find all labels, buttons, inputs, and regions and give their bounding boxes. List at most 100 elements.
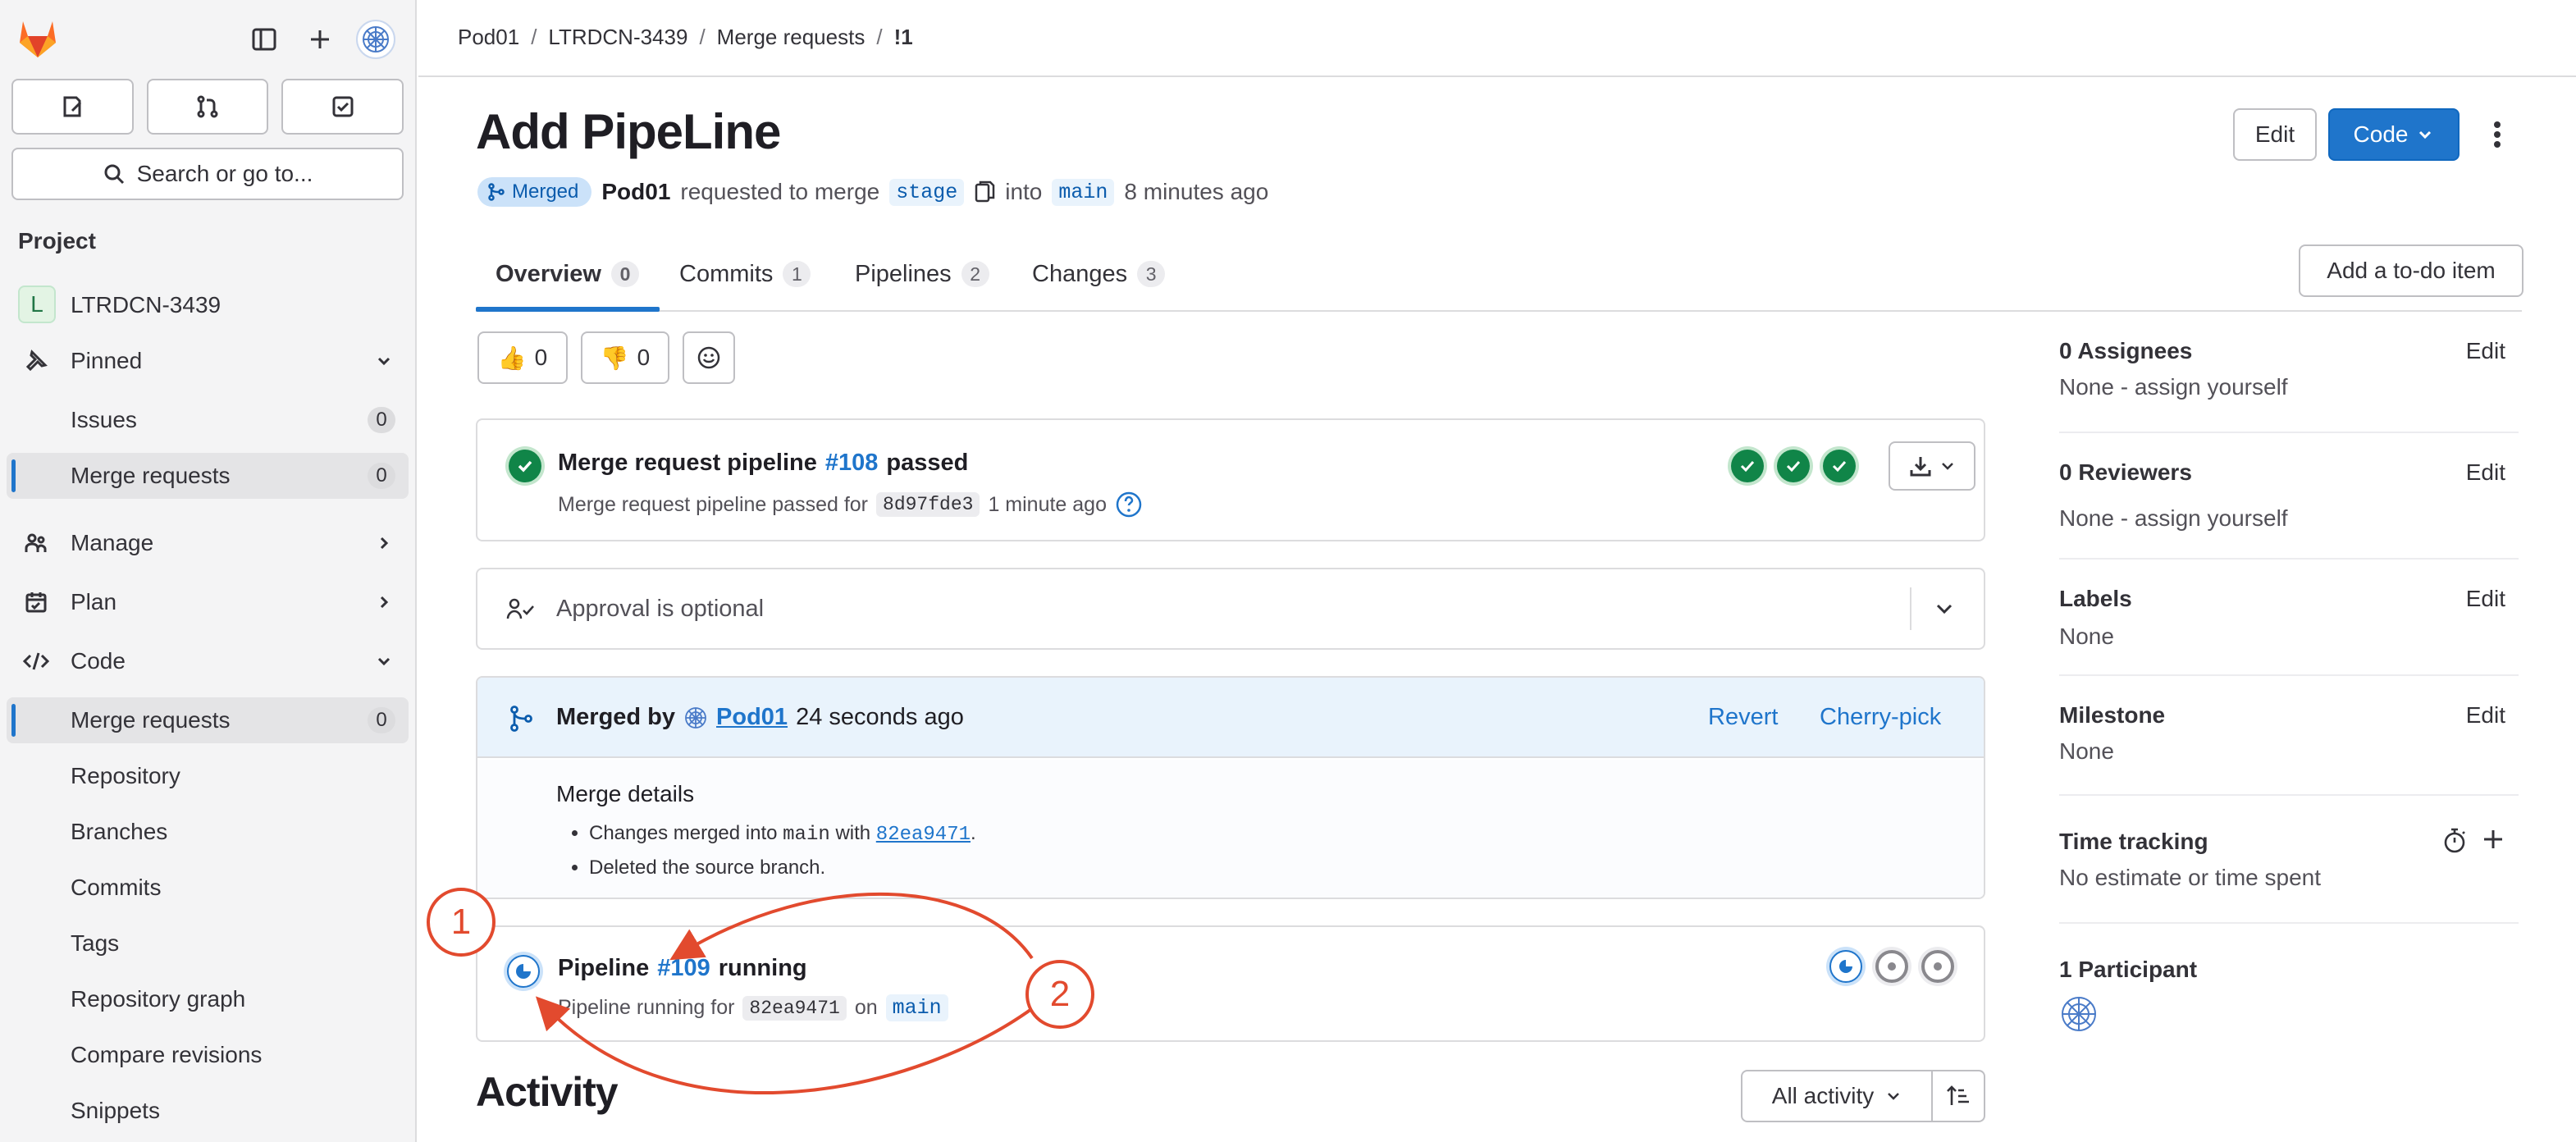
active-tab-indicator xyxy=(476,307,660,312)
todo-shortcut-button[interactable] xyxy=(281,79,404,135)
sidebar-item-repository[interactable]: Repository xyxy=(7,753,409,799)
sidebar-item-merge-requests[interactable]: Merge requests 0 xyxy=(7,697,409,743)
sidebar-item-commits[interactable]: Commits xyxy=(7,865,409,911)
time-tracking-value: No estimate or time spent xyxy=(2059,865,2322,890)
sidebar-item-merge-requests-pinned[interactable]: Merge requests 0 xyxy=(7,453,409,499)
commit-sha-link[interactable]: 82ea9471 xyxy=(876,824,971,846)
participant-avatar[interactable] xyxy=(2059,994,2099,1034)
tab-overview[interactable]: Overview 0 xyxy=(496,256,639,292)
add-todo-button[interactable]: Add a to-do item xyxy=(2299,244,2523,297)
sidebar-item-manage[interactable]: Manage xyxy=(7,520,409,566)
tab-label: Commits xyxy=(679,260,774,287)
more-actions-icon[interactable] xyxy=(2481,118,2514,151)
tab-pipelines[interactable]: Pipelines 2 xyxy=(855,256,989,292)
status-running-icon[interactable] xyxy=(507,955,540,988)
pipeline-subtitle-text: on xyxy=(854,996,878,1019)
issues-shortcut-button[interactable] xyxy=(11,79,134,135)
breadcrumb-separator: / xyxy=(531,25,537,49)
sidebar-item-label: Plan xyxy=(71,589,117,614)
activity-filter-label: All activity xyxy=(1771,1083,1875,1108)
user-avatar[interactable] xyxy=(683,706,708,730)
page-title: Add PipeLine xyxy=(476,104,781,159)
pipeline-link[interactable]: #108 xyxy=(825,450,879,477)
cherry-pick-button[interactable]: Cherry-pick xyxy=(1820,704,1941,731)
edit-assignees-button[interactable]: Edit xyxy=(2466,338,2505,364)
code-icon xyxy=(23,648,49,674)
stopwatch-icon[interactable] xyxy=(2441,827,2468,855)
breadcrumb: Pod01 / LTRDCN-3439 / Merge requests / !1 xyxy=(458,25,913,50)
thumbs-down-button[interactable]: 👎 0 xyxy=(581,331,669,384)
sidebar-item-snippets[interactable]: Snippets xyxy=(7,1088,409,1134)
tab-changes[interactable]: Changes 3 xyxy=(1032,256,1166,292)
download-artifacts-button[interactable] xyxy=(1889,441,1975,491)
reaction-count: 0 xyxy=(637,345,651,370)
commit-sha[interactable]: 82ea9471 xyxy=(742,995,847,1021)
count-badge: 0 xyxy=(368,407,395,433)
breadcrumb-current[interactable]: !1 xyxy=(894,25,913,50)
plus-icon[interactable] xyxy=(304,23,336,56)
activity-filter-dropdown[interactable]: All activity xyxy=(1741,1070,1933,1122)
user-avatar[interactable] xyxy=(356,20,395,59)
target-branch[interactable]: main xyxy=(1052,178,1115,206)
edit-labels-button[interactable]: Edit xyxy=(2466,586,2505,612)
breadcrumb-link[interactable]: LTRDCN-3439 xyxy=(548,25,687,50)
sidebar-item-repository-graph[interactable]: Repository graph xyxy=(7,976,409,1022)
thumbs-down-icon: 👎 xyxy=(600,345,629,371)
edit-milestone-button[interactable]: Edit xyxy=(2466,702,2505,729)
gitlab-logo-icon[interactable] xyxy=(16,18,59,59)
edit-button[interactable]: Edit xyxy=(2233,108,2317,161)
breadcrumb-link[interactable]: Pod01 xyxy=(458,25,519,50)
merge-details-list: Changes merged into main with 82ea9471. … xyxy=(589,817,976,884)
labels-section: Labels Edit None xyxy=(2059,560,2519,676)
pipeline-link[interactable]: #109 xyxy=(657,955,710,982)
sidebar-item-issues[interactable]: Issues 0 xyxy=(7,397,409,443)
branch-pill[interactable]: main xyxy=(885,994,948,1021)
sidebar-item-label: Compare revisions xyxy=(71,1042,263,1067)
stage-success-icon[interactable] xyxy=(1731,450,1764,482)
merged-user-link[interactable]: Pod01 xyxy=(716,704,788,731)
add-reaction-button[interactable] xyxy=(683,331,735,384)
status-success-icon[interactable] xyxy=(509,450,541,482)
time-tracking-title: Time tracking xyxy=(2059,829,2208,854)
assign-reviewer-link[interactable]: None - assign yourself xyxy=(2059,505,2288,532)
sidebar-item-label: Merge requests xyxy=(71,707,231,733)
stage-created-icon[interactable] xyxy=(1921,950,1954,983)
meta-text: requested to merge xyxy=(680,179,880,204)
code-dropdown-button[interactable]: Code xyxy=(2328,108,2460,161)
source-branch[interactable]: stage xyxy=(889,178,965,206)
merge-requests-shortcut-button[interactable] xyxy=(146,79,269,135)
sidebar-item-plan[interactable]: Plan xyxy=(7,579,409,625)
assignees-title: 0 Assignees xyxy=(2059,338,2193,363)
sidebar-item-label: Manage xyxy=(71,530,154,555)
revert-button[interactable]: Revert xyxy=(1708,704,1778,731)
help-icon[interactable] xyxy=(1115,491,1143,518)
sidebar-item-branches[interactable]: Branches xyxy=(7,809,409,855)
edit-reviewers-button[interactable]: Edit xyxy=(2466,459,2505,486)
chevron-down-icon[interactable] xyxy=(1930,594,1959,624)
search-label: Search or go to... xyxy=(136,161,313,186)
stage-success-icon[interactable] xyxy=(1777,450,1810,482)
assign-yourself-link[interactable]: None - assign yourself xyxy=(2059,374,2288,400)
tab-commits[interactable]: Commits 1 xyxy=(679,256,811,292)
status-badge: Merged xyxy=(477,177,592,207)
sort-icon xyxy=(1945,1084,1971,1108)
sidebar-item-pinned[interactable]: Pinned xyxy=(7,338,409,384)
stage-running-icon[interactable] xyxy=(1829,950,1862,983)
sidebar-item-code[interactable]: Code xyxy=(7,638,409,684)
author-link[interactable]: Pod01 xyxy=(601,179,670,205)
collapse-sidebar-icon[interactable] xyxy=(248,23,281,56)
breadcrumb-link[interactable]: Merge requests xyxy=(717,25,866,50)
sidebar-item-compare-revisions[interactable]: Compare revisions xyxy=(7,1032,409,1078)
sidebar-item-tags[interactable]: Tags xyxy=(7,920,409,966)
project-link[interactable]: L LTRDCN-3439 xyxy=(7,282,409,328)
pipeline-title: Merge request pipeline #108 passed xyxy=(558,450,968,477)
thumbs-up-button[interactable]: 👍 0 xyxy=(477,331,568,384)
project-avatar: L xyxy=(18,286,56,323)
plus-icon[interactable] xyxy=(2481,827,2505,852)
stage-success-icon[interactable] xyxy=(1823,450,1856,482)
commit-sha[interactable]: 8d97fde3 xyxy=(876,492,980,517)
stage-created-icon[interactable] xyxy=(1875,950,1908,983)
copy-icon[interactable] xyxy=(974,180,995,204)
sort-direction-button[interactable] xyxy=(1931,1070,1985,1122)
search-input[interactable]: Search or go to... xyxy=(11,148,404,200)
